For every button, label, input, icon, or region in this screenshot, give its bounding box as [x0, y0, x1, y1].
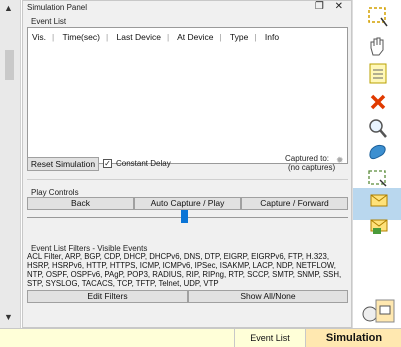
bottom-status-bar: Event List Simulation	[0, 328, 401, 347]
panel-title: Simulation Panel	[27, 3, 88, 12]
right-toolbar	[352, 0, 401, 328]
play-controls-label: Play Controls	[31, 188, 79, 197]
note-icon	[369, 63, 386, 84]
select-icon	[367, 7, 388, 27]
simulation-mode-icon	[362, 299, 394, 323]
show-all-none-button[interactable]: Show All/None	[188, 290, 348, 303]
add-simple-pdu-icon	[370, 194, 387, 207]
add-complex-pdu-icon	[370, 219, 387, 234]
edit-filters-button[interactable]: Edit Filters	[27, 290, 188, 303]
event-list-table[interactable]: Vis. | Time(sec) | Last Device | At Device |…	[27, 27, 348, 164]
col-at-device[interactable]: At Device	[177, 32, 213, 42]
divider	[27, 179, 348, 180]
delete-icon	[370, 94, 385, 110]
col-type[interactable]: Type	[230, 32, 248, 42]
col-last-device[interactable]: Last Device	[117, 32, 161, 42]
event-list-header: Vis. | Time(sec) | Last Device | At Device |…	[32, 32, 280, 42]
speed-slider-thumb[interactable]	[181, 210, 189, 223]
left-scrollbar[interactable]: ▲ ▼	[0, 0, 21, 328]
captured-to-label: Captured to:	[285, 154, 330, 163]
resize-icon	[367, 170, 387, 187]
constant-delay-checkbox[interactable]: ✓	[103, 159, 112, 168]
reset-simulation-button[interactable]: Reset Simulation	[27, 157, 99, 171]
simulation-panel: Simulation Panel ❐ ✕ Event List Vis. | Ti…	[22, 0, 352, 328]
col-vis[interactable]: Vis.	[32, 32, 46, 42]
captured-value: (no captures)	[288, 163, 336, 172]
scroll-thumb[interactable]	[5, 50, 14, 80]
back-button[interactable]: Back	[27, 197, 134, 210]
add-complex-pdu-tool[interactable]	[353, 214, 401, 246]
tab-simulation[interactable]: Simulation	[305, 329, 401, 347]
capture-indicator-icon: ✹	[336, 155, 344, 165]
select-tool[interactable]	[353, 4, 401, 36]
capture-forward-button[interactable]: Capture / Forward	[241, 197, 348, 210]
constant-delay-label: Constant Delay	[116, 159, 171, 168]
scroll-down-arrow-icon[interactable]: ▼	[4, 312, 13, 322]
panel-window-controls[interactable]: ❐ ✕	[315, 1, 347, 12]
realtime-simulation-toggle[interactable]	[353, 296, 401, 328]
tab-event-list[interactable]: Event List	[234, 329, 305, 347]
col-time[interactable]: Time(sec)	[62, 32, 99, 42]
inspect-icon	[368, 119, 387, 138]
auto-capture-play-button[interactable]: Auto Capture / Play	[134, 197, 241, 210]
col-info[interactable]: Info	[265, 32, 279, 42]
visible-events-list: ACL Filter, ARP, BGP, CDP, DHCP, DHCPv6,…	[27, 252, 342, 288]
draw-shape-icon	[368, 145, 386, 160]
event-list-label: Event List	[31, 17, 67, 26]
scroll-up-arrow-icon[interactable]: ▲	[4, 3, 13, 13]
hand-icon	[370, 37, 383, 56]
